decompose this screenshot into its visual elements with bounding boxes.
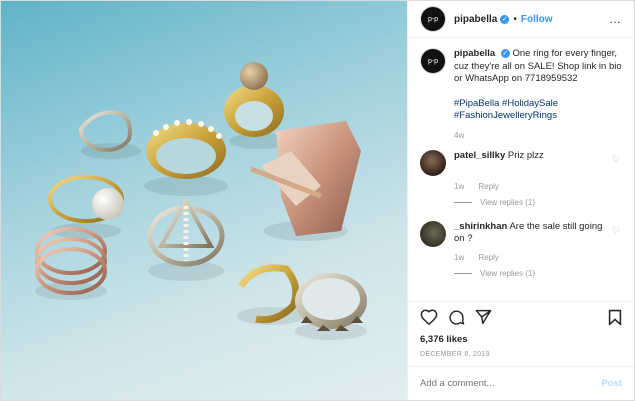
comment-meta: 1w Reply	[454, 182, 622, 191]
post-header: p-p pipabella ✓ • Follow …	[408, 1, 634, 38]
verified-badge-icon: ✓	[500, 48, 510, 58]
add-comment-bar: Post	[408, 366, 634, 400]
comment-like-heart-icon[interactable]: ♡	[612, 154, 620, 165]
view-replies-label[interactable]: View replies (1)	[480, 198, 535, 207]
replies-divider	[454, 272, 472, 274]
commenter-avatar[interactable]	[420, 149, 446, 176]
view-replies-link[interactable]: View replies (1)	[454, 269, 622, 278]
avatar[interactable]: p-p	[420, 6, 446, 32]
caption-hashtags[interactable]: #PipaBella #HolidaySale #FashionJeweller…	[454, 98, 622, 123]
action-bar: 6,376 likes DECEMBER 8, 2019	[408, 301, 634, 358]
more-options-icon[interactable]: …	[609, 12, 622, 26]
comment-icon[interactable]	[448, 309, 465, 326]
likes-count[interactable]: 6,376 likes	[420, 334, 622, 345]
comment-meta: 1w Reply	[454, 253, 622, 262]
comment-username[interactable]: patel_sillky	[454, 150, 505, 161]
replies-divider	[454, 201, 472, 203]
comment-age: 1w	[454, 252, 465, 262]
comment-text: Priz plzz	[507, 149, 544, 161]
username-link[interactable]: pipabella	[454, 14, 497, 25]
comment-text-block: patel_sillky Priz plzz	[454, 150, 604, 176]
caption-username[interactable]: pipabella	[454, 48, 495, 59]
comment-text-block: _shirinkhan Are the sale still going on …	[454, 221, 604, 247]
comment-age: 1w	[454, 181, 465, 191]
reply-button[interactable]: Reply	[478, 182, 498, 191]
caption-text-block: pipabella ✓ One ring for every finger, c…	[454, 48, 622, 123]
commenter-avatar[interactable]	[420, 220, 446, 247]
comments-area[interactable]: p-p pipabella ✓ One ring for every finge…	[408, 38, 634, 300]
rings-photo-illustration	[35, 62, 367, 340]
caption-age: 4w	[454, 130, 465, 140]
comment-item: _shirinkhan Are the sale still going on …	[420, 220, 622, 247]
instagram-post: p-p pipabella ✓ • Follow … p-p pipabella…	[0, 0, 635, 401]
separator-dot: •	[513, 13, 517, 25]
action-icons	[420, 302, 622, 332]
share-icon[interactable]	[475, 309, 492, 325]
heart-icon[interactable]	[420, 309, 438, 325]
bookmark-icon[interactable]	[608, 309, 622, 326]
add-comment-input[interactable]	[420, 378, 602, 389]
post-date: DECEMBER 8, 2019	[420, 351, 490, 358]
caption-avatar[interactable]: p-p	[420, 48, 446, 74]
post-comment-button[interactable]: Post	[601, 378, 622, 389]
view-replies-label[interactable]: View replies (1)	[480, 269, 535, 278]
post-photo[interactable]	[1, 1, 407, 400]
reply-button[interactable]: Reply	[478, 253, 498, 262]
view-replies-link[interactable]: View replies (1)	[454, 198, 622, 207]
comment-like-heart-icon[interactable]: ♡	[612, 225, 620, 236]
verified-badge-icon: ✓	[500, 14, 510, 24]
comment-username[interactable]: _shirinkhan	[454, 221, 507, 232]
post-sidebar: p-p pipabella ✓ • Follow … p-p pipabella…	[407, 1, 634, 400]
post-caption: p-p pipabella ✓ One ring for every finge…	[420, 48, 622, 123]
comment-item: patel_sillky Priz plzz ♡	[420, 149, 622, 176]
follow-button[interactable]: Follow	[521, 14, 553, 25]
